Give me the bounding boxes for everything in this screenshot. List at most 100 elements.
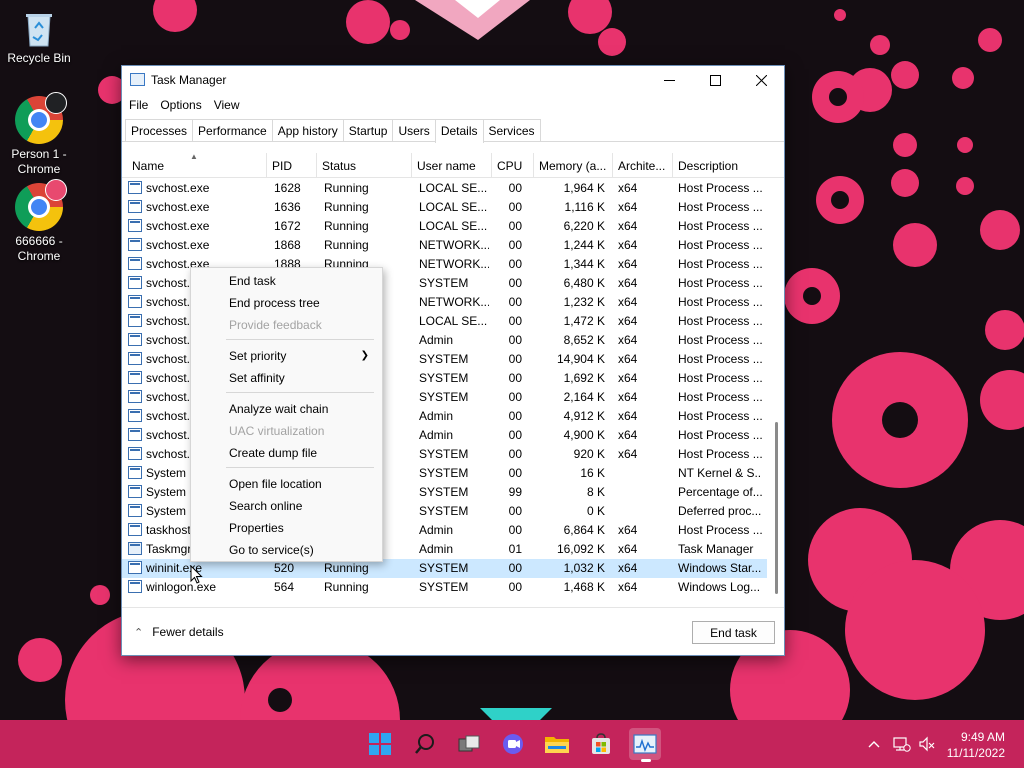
table-row[interactable]: svchost.exe 1868 Running NETWORK... 00 1,244 … (122, 236, 767, 255)
title-bar[interactable]: Task Manager (122, 66, 784, 94)
ctx-set-priority[interactable]: Set priority (229, 349, 286, 363)
cell-status: Running (324, 561, 369, 575)
cell-architecture: x64 (618, 238, 638, 252)
cell-description: Windows Log... (678, 580, 761, 594)
search-button[interactable] (409, 728, 441, 760)
cell-memory: 14,904 K (556, 352, 605, 366)
ctx-open-file-location[interactable]: Open file location (229, 477, 322, 491)
cell-name: wininit.exe (146, 561, 203, 575)
desktop-icon-label: 666666 - Chrome (15, 234, 63, 263)
chat-button[interactable] (497, 728, 529, 760)
process-icon (128, 257, 142, 270)
tab-processes[interactable]: Processes (125, 119, 194, 141)
tab-details[interactable]: Details (434, 119, 484, 143)
cell-description: Host Process ... (678, 523, 762, 537)
ctx-end-task[interactable]: End task (229, 274, 276, 288)
menu-view[interactable]: View (214, 94, 246, 116)
ctx-analyze-wait-chain[interactable]: Analyze wait chain (229, 402, 328, 416)
column-header-architecture[interactable]: Archite... (613, 153, 673, 178)
taskbar-clock[interactable]: 9:49 AM 11/11/2022 (947, 729, 1005, 761)
tab-performance[interactable]: Performance (192, 119, 273, 141)
folder-icon (545, 737, 569, 753)
ctx-end-process-tree[interactable]: End process tree (229, 296, 320, 310)
file-explorer-button[interactable] (541, 728, 573, 760)
cell-name: svchost.exe (146, 181, 210, 195)
cell-description: Host Process ... (678, 181, 762, 195)
vertical-scrollbar[interactable] (770, 154, 782, 606)
column-header-memory[interactable]: Memory (a... (534, 153, 613, 178)
cell-user-name: SYSTEM (419, 580, 469, 594)
volume-tray-button[interactable] (918, 735, 936, 756)
tab-app-history[interactable]: App history (271, 119, 344, 141)
ctx-go-to-services[interactable]: Go to service(s) (229, 543, 314, 557)
cell-memory: 6,864 K (563, 523, 605, 537)
table-row[interactable]: svchost.exe 1628 Running LOCAL SE... 00 1,964… (122, 179, 767, 198)
tab-startup[interactable]: Startup (342, 119, 394, 141)
minimize-button[interactable] (646, 66, 692, 94)
maximize-button[interactable] (692, 66, 738, 94)
table-row[interactable]: svchost.exe 1672 Running LOCAL SE... 00 6,220… (122, 217, 767, 236)
process-icon (128, 352, 142, 365)
table-row[interactable]: winlogon.exe 564 Running SYSTEM 00 1,468 K x64… (122, 578, 767, 597)
show-hidden-icons-button[interactable] (866, 736, 882, 755)
ctx-properties[interactable]: Properties (229, 521, 284, 535)
network-tray-button[interactable] (893, 735, 911, 756)
column-header-cpu[interactable]: CPU (492, 153, 534, 178)
menu-options[interactable]: Options (160, 94, 207, 116)
profile-avatar-icon (45, 179, 67, 201)
fewer-details-link[interactable]: ⌃ Fewer details (134, 625, 224, 639)
desktop-icon-label: Recycle Bin (7, 51, 71, 65)
cell-architecture: x64 (618, 561, 638, 575)
cell-cpu: 00 (508, 333, 522, 347)
task-manager-icon (128, 542, 142, 555)
task-manager-taskbar-button[interactable] (629, 728, 661, 762)
cell-description: Host Process ... (678, 447, 762, 461)
cell-user-name: Admin (419, 428, 454, 442)
ctx-create-dump-file[interactable]: Create dump file (229, 446, 317, 460)
tab-services[interactable]: Services (482, 119, 541, 141)
process-icon (128, 333, 142, 346)
cell-pid: 564 (274, 580, 295, 594)
cell-user-name: Admin (419, 523, 454, 537)
scrollbar-thumb[interactable] (775, 422, 778, 594)
cell-description: Deferred proc... (678, 504, 762, 518)
cell-memory: 6,480 K (563, 276, 605, 290)
process-icon (128, 466, 142, 479)
process-icon (128, 390, 142, 403)
cell-status: Running (324, 580, 369, 594)
task-view-button[interactable] (453, 728, 485, 760)
desktop-icon-recycle-bin[interactable]: Recycle Bin (0, 8, 78, 66)
tab-users[interactable]: Users (392, 119, 436, 141)
start-button[interactable] (364, 728, 396, 760)
column-header-status[interactable]: Status (317, 153, 412, 178)
cell-memory: 1,244 K (563, 238, 605, 252)
cell-user-name: LOCAL SE... (419, 219, 488, 233)
column-header-pid[interactable]: PID (267, 153, 317, 178)
network-icon (893, 737, 911, 752)
cell-description: Host Process ... (678, 200, 762, 214)
desktop-icon-person1-chrome[interactable]: Person 1 - Chrome (0, 92, 78, 177)
cell-user-name: NETWORK... (419, 238, 489, 252)
cell-description: Percentage of... (678, 485, 762, 499)
store-button[interactable] (585, 728, 617, 760)
close-button[interactable] (738, 66, 784, 94)
desktop-icon-666666-chrome[interactable]: 666666 - Chrome (0, 179, 78, 264)
column-header-description[interactable]: Description (673, 153, 769, 178)
end-task-button[interactable]: End task (692, 621, 775, 644)
cell-memory: 1,232 K (563, 295, 605, 309)
cell-status: Running (324, 219, 369, 233)
clock-date: 11/11/2022 (946, 746, 1005, 760)
cell-architecture: x64 (618, 352, 638, 366)
cell-pid: 1628 (274, 181, 301, 195)
menu-file[interactable]: File (129, 94, 154, 116)
task-view-icon (458, 735, 480, 752)
process-icon (128, 295, 142, 308)
process-icon (128, 409, 142, 422)
ctx-set-affinity[interactable]: Set affinity (229, 371, 285, 385)
table-row[interactable]: svchost.exe 1636 Running LOCAL SE... 00 1,116… (122, 198, 767, 217)
process-icon (128, 561, 142, 574)
cell-user-name: LOCAL SE... (419, 200, 488, 214)
ctx-search-online[interactable]: Search online (229, 499, 302, 513)
cell-architecture: x64 (618, 200, 638, 214)
column-header-user-name[interactable]: User name (412, 153, 492, 178)
